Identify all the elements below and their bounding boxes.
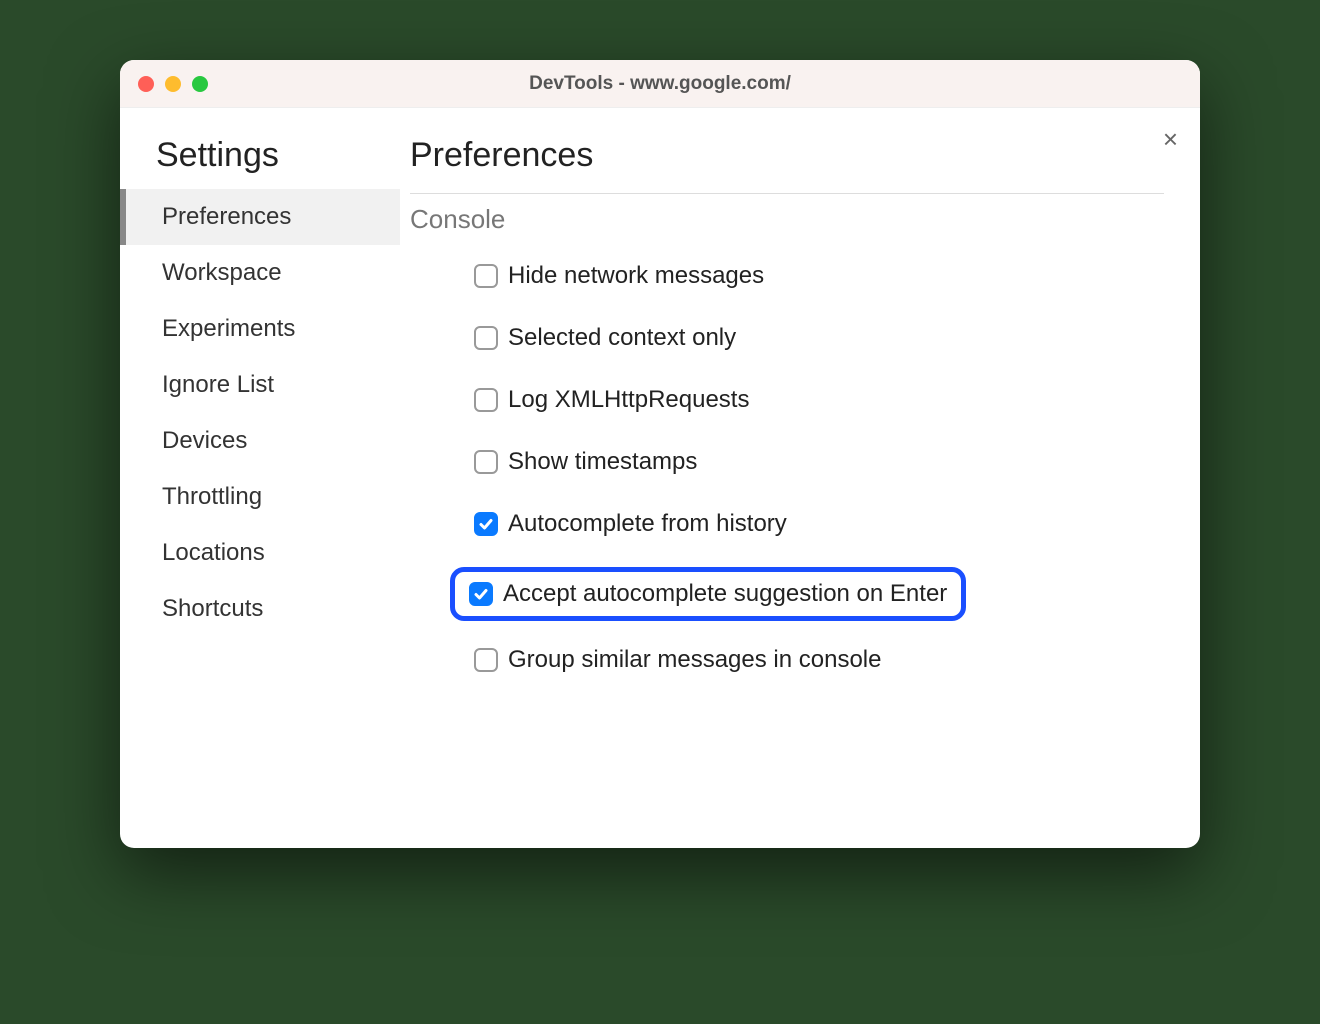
option-label: Show timestamps (508, 448, 697, 476)
option-label: Autocomplete from history (508, 510, 787, 538)
option-label: Hide network messages (508, 262, 764, 290)
sidebar-item-locations[interactable]: Locations (120, 525, 400, 581)
option-row[interactable]: Accept autocomplete suggestion on Enter (450, 567, 966, 621)
option-label: Selected context only (508, 324, 736, 352)
sidebar-item-ignore-list[interactable]: Ignore List (120, 357, 400, 413)
sidebar: Settings PreferencesWorkspaceExperiments… (120, 108, 400, 848)
checkbox[interactable] (469, 582, 493, 606)
divider (410, 193, 1164, 194)
window-close-button[interactable] (138, 76, 154, 92)
option-row[interactable]: Autocomplete from history (464, 505, 1164, 543)
window-title: DevTools - www.google.com/ (120, 73, 1200, 95)
checkbox[interactable] (474, 512, 498, 536)
window-zoom-button[interactable] (192, 76, 208, 92)
option-row[interactable]: Log XMLHttpRequests (464, 381, 1164, 419)
close-icon[interactable]: × (1163, 126, 1178, 152)
titlebar: DevTools - www.google.com/ (120, 60, 1200, 108)
sidebar-item-preferences[interactable]: Preferences (120, 189, 400, 245)
option-label: Group similar messages in console (508, 646, 882, 674)
option-label: Accept autocomplete suggestion on Enter (503, 580, 947, 608)
section-title: Console (410, 204, 1164, 235)
sidebar-item-devices[interactable]: Devices (120, 413, 400, 469)
traffic-lights (138, 76, 208, 92)
page-title: Preferences (410, 136, 1164, 193)
checkbox[interactable] (474, 388, 498, 412)
devtools-window: DevTools - www.google.com/ × Settings Pr… (120, 60, 1200, 848)
sidebar-item-shortcuts[interactable]: Shortcuts (120, 581, 400, 637)
option-row[interactable]: Group similar messages in console (464, 641, 1164, 679)
sidebar-item-throttling[interactable]: Throttling (120, 469, 400, 525)
content: × Settings PreferencesWorkspaceExperimen… (120, 108, 1200, 848)
sidebar-item-experiments[interactable]: Experiments (120, 301, 400, 357)
window-minimize-button[interactable] (165, 76, 181, 92)
sidebar-title: Settings (120, 136, 400, 189)
option-row[interactable]: Show timestamps (464, 443, 1164, 481)
main-panel: Preferences Console Hide network message… (400, 108, 1200, 848)
option-row[interactable]: Selected context only (464, 319, 1164, 357)
options-list: Hide network messages Selected context on… (410, 257, 1164, 679)
checkbox[interactable] (474, 450, 498, 474)
option-row[interactable]: Hide network messages (464, 257, 1164, 295)
option-label: Log XMLHttpRequests (508, 386, 749, 414)
checkbox[interactable] (474, 264, 498, 288)
checkbox[interactable] (474, 326, 498, 350)
checkbox[interactable] (474, 648, 498, 672)
sidebar-item-workspace[interactable]: Workspace (120, 245, 400, 301)
